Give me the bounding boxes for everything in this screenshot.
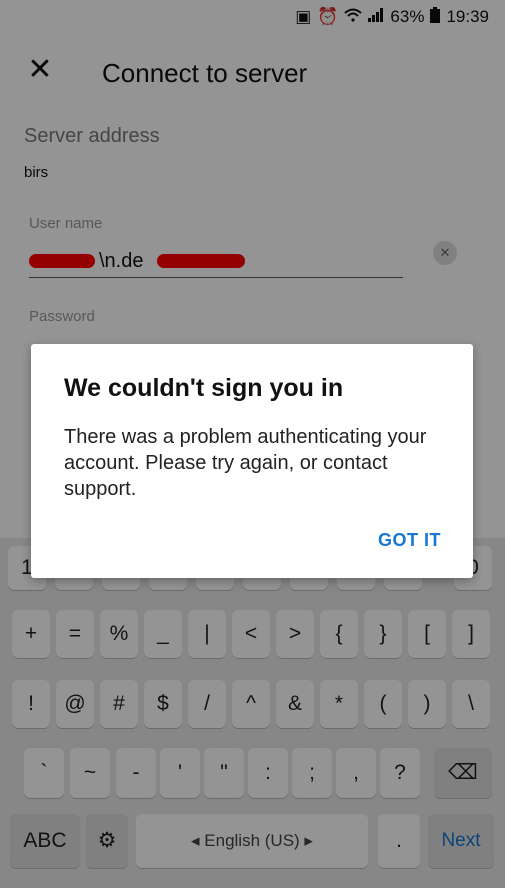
got-it-button[interactable]: GOT IT bbox=[378, 530, 441, 551]
error-dialog: We couldn't sign you in There was a prob… bbox=[31, 344, 473, 578]
dialog-message: There was a problem authenticating your … bbox=[64, 426, 427, 500]
dialog-title: We couldn't sign you in bbox=[64, 374, 344, 402]
